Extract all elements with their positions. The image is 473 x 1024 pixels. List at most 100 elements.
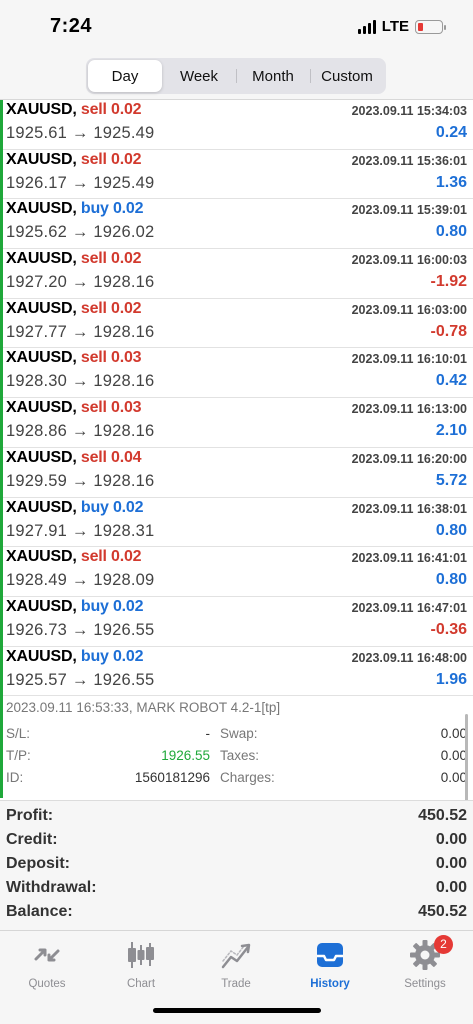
deal-symbol-line: XAUUSD, sell 0.03 — [6, 349, 142, 367]
tab-settings[interactable]: 2 Settings — [385, 935, 465, 993]
deal-profit: 0.80 — [435, 521, 467, 539]
deal-prices: 1925.62 → 1926.02 — [6, 223, 154, 242]
summary-withdrawal-row: Withdrawal: 0.00 — [6, 879, 467, 903]
chart-icon — [128, 942, 154, 968]
deal-open-price: 1925.62 — [6, 223, 68, 242]
deal-row[interactable]: XAUUSD, buy 0.02 2023.09.11 16:48:00 1925.… — [0, 646, 473, 697]
tab-history[interactable]: History — [290, 937, 370, 993]
deal-row[interactable]: XAUUSD, buy 0.02 2023.09.11 16:47:01 1926.… — [0, 596, 473, 647]
deal-profit: -0.36 — [430, 620, 467, 638]
arrow-icon: → — [71, 273, 89, 292]
deal-side: sell — [80, 548, 107, 566]
tab-chart-label: Chart — [126, 978, 156, 990]
summary-credit-value: 0.00 — [435, 831, 467, 848]
deal-time: 2023.09.11 16:13:00 — [351, 402, 467, 417]
deal-edge-marker — [0, 249, 3, 299]
period-tab-week[interactable]: Week — [162, 60, 236, 92]
deal-row[interactable]: XAUUSD, sell 0.02 2023.09.11 16:03:00 1927… — [0, 298, 473, 349]
deal-symbol-line: XAUUSD, sell 0.02 — [6, 548, 142, 566]
summary-deposit-row: Deposit: 0.00 — [6, 855, 467, 879]
deal-open-price: 1927.91 — [6, 521, 68, 540]
deal-side: buy — [80, 647, 109, 665]
deal-side: buy — [80, 597, 109, 615]
deal-detail[interactable]: 2023.09.11 16:53:33, MARK ROBOT 4.2-1[tp… — [0, 696, 473, 798]
taxes-label: Taxes: — [220, 748, 260, 763]
deal-prices: 1929.59 → 1928.16 — [6, 472, 154, 491]
tp-value: 1926.55 — [161, 748, 210, 763]
summary-deposit-label: Deposit: — [6, 855, 70, 872]
deal-profit: 1.36 — [435, 173, 467, 191]
deal-close-price: 1928.16 — [93, 422, 155, 441]
deal-open-price: 1925.61 — [6, 124, 68, 142]
deal-prices: 1928.49 → 1928.09 — [6, 571, 154, 590]
deal-time: 2023.09.11 16:20:00 — [351, 451, 467, 466]
deal-row[interactable]: XAUUSD, sell 0.02 2023.09.11 16:41:01 1928… — [0, 547, 473, 597]
deal-time: 2023.09.11 16:00:03 — [351, 253, 467, 268]
summary-profit-row: Profit: 450.52 — [6, 807, 467, 831]
deal-comment: 2023.09.11 16:53:33, MARK ROBOT 4.2-1[tp… — [6, 700, 281, 715]
summary-deposit-value: 0.00 — [435, 855, 467, 872]
deal-symbol-line: XAUUSD, sell 0.02 — [6, 101, 142, 118]
deal-row[interactable]: XAUUSD, sell 0.02 2023.09.11 15:36:01 1926… — [0, 149, 473, 200]
summary-withdrawal-label: Withdrawal: — [6, 879, 97, 896]
deal-row[interactable]: XAUUSD, sell 0.02 2023.09.11 15:34:03 1925… — [0, 100, 473, 150]
home-indicator[interactable] — [153, 1008, 321, 1013]
deal-close-price: 1928.31 — [93, 521, 155, 540]
deal-row[interactable]: XAUUSD, buy 0.02 2023.09.11 15:39:01 1925.… — [0, 199, 473, 250]
deal-symbol: XAUUSD — [6, 498, 73, 516]
history-inbox-icon — [317, 943, 343, 967]
tab-chart[interactable]: Chart — [101, 937, 181, 993]
arrow-icon: → — [71, 422, 89, 441]
arrow-icon: → — [71, 571, 89, 590]
deal-edge-marker — [0, 348, 3, 399]
deal-close-price: 1925.49 — [93, 173, 155, 192]
deal-volume: 0.02 — [112, 597, 144, 615]
summary-balance-row: Balance: 450.52 — [6, 903, 467, 927]
deal-volume: 0.04 — [111, 448, 142, 466]
deal-volume: 0.02 — [112, 647, 144, 665]
deal-open-price: 1926.17 — [6, 173, 68, 192]
deal-profit: -0.78 — [430, 322, 467, 340]
deal-side: sell — [80, 250, 107, 268]
deal-symbol-line: XAUUSD, sell 0.02 — [6, 150, 142, 168]
deal-volume: 0.02 — [111, 250, 142, 268]
deal-open-price: 1927.77 — [6, 322, 68, 341]
deal-symbol-line: XAUUSD, buy 0.02 — [6, 647, 144, 665]
period-tab-day[interactable]: Day — [88, 60, 162, 92]
summary-credit-label: Credit: — [6, 831, 58, 848]
network-label: LTE — [381, 18, 409, 35]
deal-row[interactable]: XAUUSD, sell 0.03 2023.09.11 16:13:00 1928… — [0, 398, 473, 448]
deal-row[interactable]: XAUUSD, sell 0.03 2023.09.11 16:10:01 1928… — [0, 348, 473, 399]
deal-symbol: XAUUSD — [6, 299, 73, 317]
deal-edge-marker — [0, 696, 3, 798]
status-time: 7:24 — [50, 15, 93, 37]
tab-settings-label: Settings — [404, 978, 446, 990]
settings-badge: 2 — [434, 935, 453, 954]
deal-close-price: 1928.16 — [93, 471, 155, 490]
arrow-icon: → — [71, 670, 89, 689]
deal-prices: 1926.73 → 1926.55 — [6, 621, 154, 640]
deal-edge-marker — [0, 447, 3, 498]
deal-time: 2023.09.11 16:38:01 — [351, 501, 467, 516]
account-summary: Profit: 450.52 Credit: 0.00 Deposit: 0.0… — [0, 800, 473, 930]
tab-trade[interactable]: Trade — [196, 937, 276, 993]
period-tab-custom[interactable]: Custom — [310, 60, 384, 92]
deal-row[interactable]: XAUUSD, buy 0.02 2023.09.11 16:38:01 1927.… — [0, 497, 473, 548]
deal-symbol-line: XAUUSD, buy 0.02 — [6, 200, 144, 218]
deal-row[interactable]: XAUUSD, sell 0.02 2023.09.11 16:00:03 1927… — [0, 249, 473, 299]
deal-profit: 0.24 — [435, 124, 467, 141]
arrow-icon: → — [71, 173, 89, 192]
sl-label: S/L: — [6, 726, 31, 741]
deal-profit: -1.92 — [430, 273, 467, 291]
deal-side: buy — [80, 498, 109, 516]
deal-symbol-line: XAUUSD, buy 0.02 — [6, 498, 144, 516]
deal-symbol: XAUUSD — [6, 349, 73, 367]
deal-close-price: 1928.09 — [93, 571, 155, 590]
tab-quotes[interactable]: Quotes — [7, 937, 87, 993]
deal-symbol: XAUUSD — [6, 647, 73, 665]
period-tab-month[interactable]: Month — [236, 60, 310, 92]
deal-symbol: XAUUSD — [6, 399, 73, 417]
deal-volume: 0.02 — [111, 548, 142, 566]
deal-close-price: 1926.02 — [93, 223, 155, 242]
deal-row[interactable]: XAUUSD, sell 0.04 2023.09.11 16:20:00 1929… — [0, 447, 473, 498]
